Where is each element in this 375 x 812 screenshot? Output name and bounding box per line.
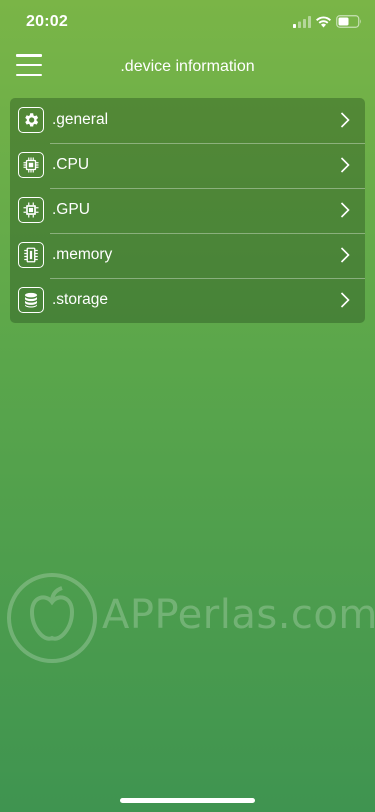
menu-item-label: .storage (52, 291, 109, 308)
watermark: APPerlas.com (6, 570, 375, 670)
apperlas-logo-icon (7, 573, 97, 663)
gpu-icon (18, 197, 44, 223)
menu-item-gpu[interactable]: .GPU (10, 188, 365, 233)
status-bar: 20:02 (0, 0, 375, 44)
cpu-icon (18, 152, 44, 178)
memory-icon (18, 242, 44, 268)
menu-item-label: .GPU (52, 201, 90, 218)
page-title: .device information (120, 58, 255, 75)
home-indicator[interactable] (120, 798, 255, 803)
chevron-right-icon (340, 202, 350, 218)
status-time: 20:02 (26, 13, 68, 30)
nav-bar: .device information (0, 44, 375, 90)
menu-item-label: .general (52, 111, 109, 128)
chevron-right-icon (340, 292, 350, 308)
chevron-right-icon (340, 247, 350, 263)
menu-item-label: .CPU (52, 156, 90, 173)
chevron-right-icon (340, 112, 350, 128)
device-info-menu: .general .CPU .GPU .memory .storage (10, 98, 365, 323)
signal-icon (293, 16, 311, 28)
menu-item-label: .memory (52, 246, 113, 263)
storage-icon (18, 287, 44, 313)
menu-item-memory[interactable]: .memory (10, 233, 365, 278)
gear-icon (18, 107, 44, 133)
watermark-text: APPerlas.com (102, 592, 375, 638)
battery-icon (336, 15, 361, 28)
wifi-icon (316, 16, 331, 28)
chevron-right-icon (340, 157, 350, 173)
menu-item-cpu[interactable]: .CPU (10, 143, 365, 188)
menu-item-general[interactable]: .general (10, 98, 365, 143)
menu-item-storage[interactable]: .storage (10, 278, 365, 323)
